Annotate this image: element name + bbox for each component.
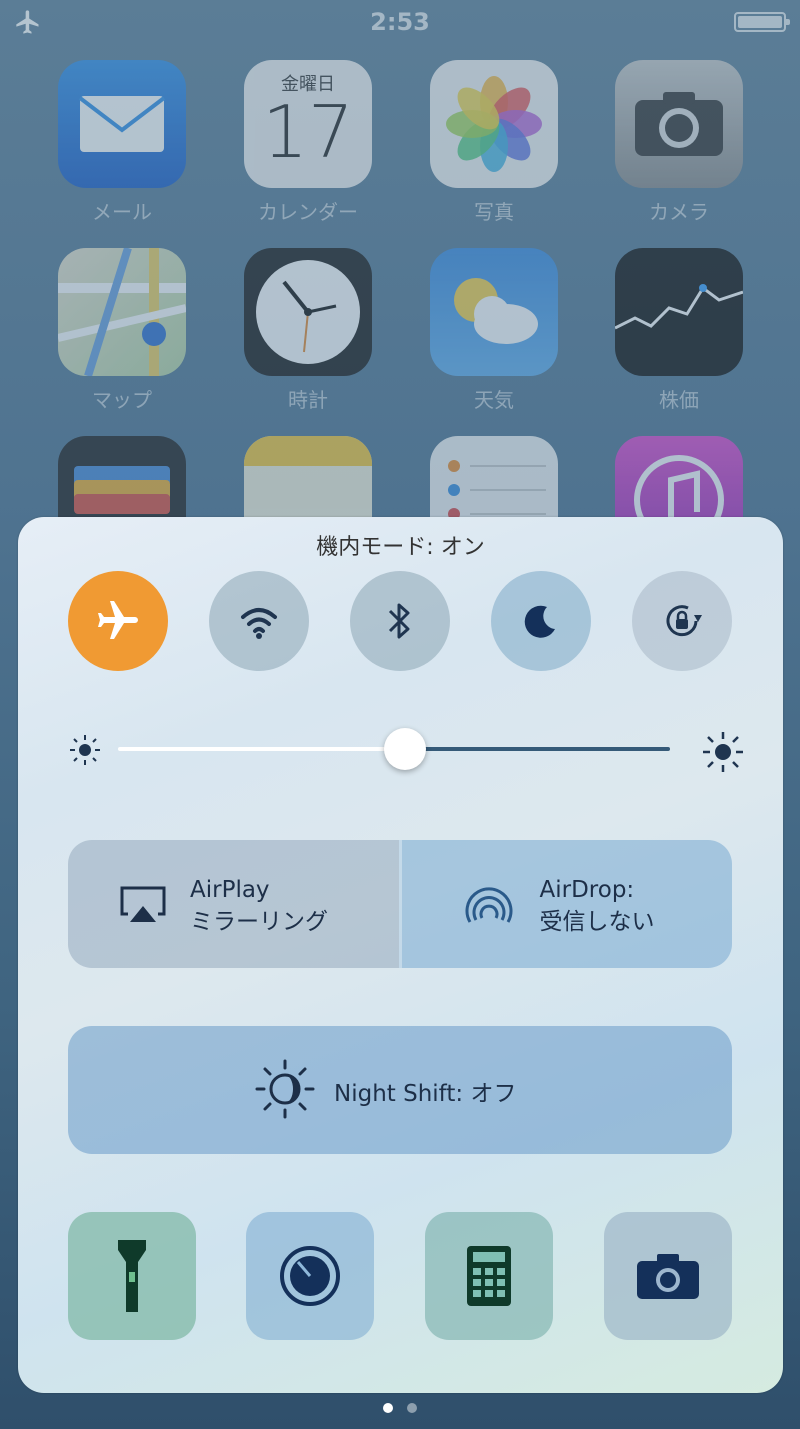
status-bar: 2:53 [0,0,800,44]
app-photos[interactable]: 写真 [430,60,558,224]
rotation-lock-icon [666,605,702,637]
app-label: 時計 [288,388,328,412]
app-calendar[interactable]: 金曜日 17 カレンダー [244,60,372,224]
night-shift-label: Night Shift: オフ [334,1081,517,1107]
brightness-high-icon [703,732,743,772]
control-center-title: 機内モード: オン [316,535,485,560]
night-shift-icon [255,1059,315,1119]
airplay-button[interactable]: AirPlay ミラーリング [68,840,399,968]
calculator-icon [467,1246,511,1306]
app-label: 株価 [659,388,699,412]
app-clock[interactable]: 時計 [244,248,372,412]
control-center: 機内モード: オン AirPlay ミラーリング AirDrop: 受信しない … [18,517,783,1393]
timer-button[interactable] [246,1212,374,1340]
flashlight-button[interactable] [68,1212,196,1340]
airdrop-sublabel: 受信しない [539,909,655,935]
home-screen: メール 金曜日 17 カレンダー 写真 カメラ マップ 時計 天気 株価 [0,0,800,564]
stocks-icon [615,248,743,376]
calendar-day: 17 [262,90,354,174]
airdrop-label: AirDrop: [539,877,635,903]
rotation-lock-toggle[interactable] [632,571,732,671]
brightness-track-empty [405,747,670,751]
maps-icon [58,248,186,376]
airplane-icon [98,601,138,639]
bluetooth-toggle[interactable] [350,571,450,671]
calendar-icon: 金曜日 17 [244,60,372,188]
app-label: メール [92,200,152,224]
camera-icon [615,60,743,188]
app-maps[interactable]: マップ [58,248,186,412]
airplane-mode-toggle[interactable] [68,571,168,671]
status-time: 2:53 [370,8,430,36]
photos-icon [430,60,558,188]
battery-icon [734,12,790,32]
app-label: 天気 [474,388,514,412]
airdrop-icon [465,887,512,923]
airplay-sublabel: ミラーリング [190,909,328,935]
airdrop-button[interactable]: AirDrop: 受信しない [398,840,732,968]
app-weather[interactable]: 天気 [430,248,558,412]
moon-icon [524,605,555,638]
calculator-button[interactable] [425,1212,553,1340]
night-shift-button[interactable]: Night Shift: オフ [68,1026,732,1154]
camera-icon [637,1254,699,1299]
app-label: カメラ [649,200,709,224]
page-dot[interactable] [407,1403,417,1413]
timer-icon [280,1246,340,1306]
app-label: マップ [92,388,152,412]
mail-icon [58,60,186,188]
weather-icon [430,248,558,376]
brightness-thumb[interactable] [384,728,427,770]
app-stocks[interactable]: 株価 [615,248,743,412]
page-dot-active[interactable] [383,1403,393,1413]
clock-icon [244,248,372,376]
airplay-label: AirPlay [190,877,270,903]
brightness-track-filled [118,747,406,751]
bluetooth-icon [388,603,410,639]
wifi-toggle[interactable] [209,571,309,671]
camera-button[interactable] [604,1212,732,1340]
airplay-airdrop-row: AirPlay ミラーリング AirDrop: 受信しない [68,840,732,968]
brightness-slider[interactable] [68,727,743,772]
app-label: カレンダー [258,200,358,224]
do-not-disturb-toggle[interactable] [491,571,591,671]
app-mail[interactable]: メール [58,60,186,224]
app-camera[interactable]: カメラ [615,60,743,224]
page-indicator [0,1403,800,1419]
brightness-low-icon [70,735,100,765]
wifi-icon [241,608,277,639]
app-label: 写真 [474,200,514,224]
airplay-icon [120,886,166,922]
flashlight-icon [118,1240,146,1312]
